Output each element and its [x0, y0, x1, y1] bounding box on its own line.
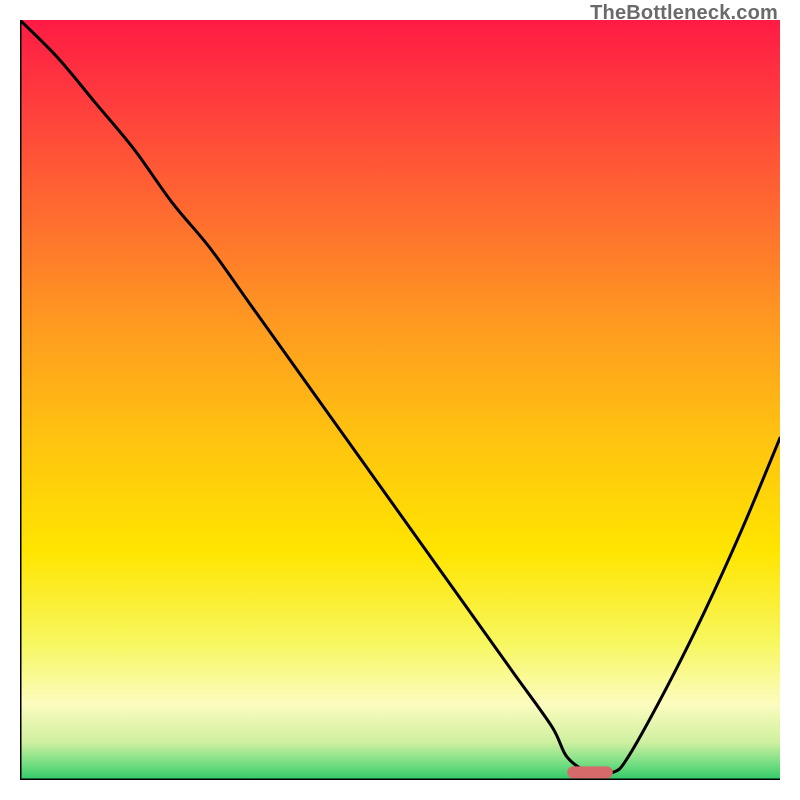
gradient-background [20, 20, 780, 780]
optimal-range-marker [567, 766, 613, 778]
plot-area [20, 20, 780, 780]
chart-svg [20, 20, 780, 780]
bottleneck-chart: TheBottleneck.com [0, 0, 800, 800]
